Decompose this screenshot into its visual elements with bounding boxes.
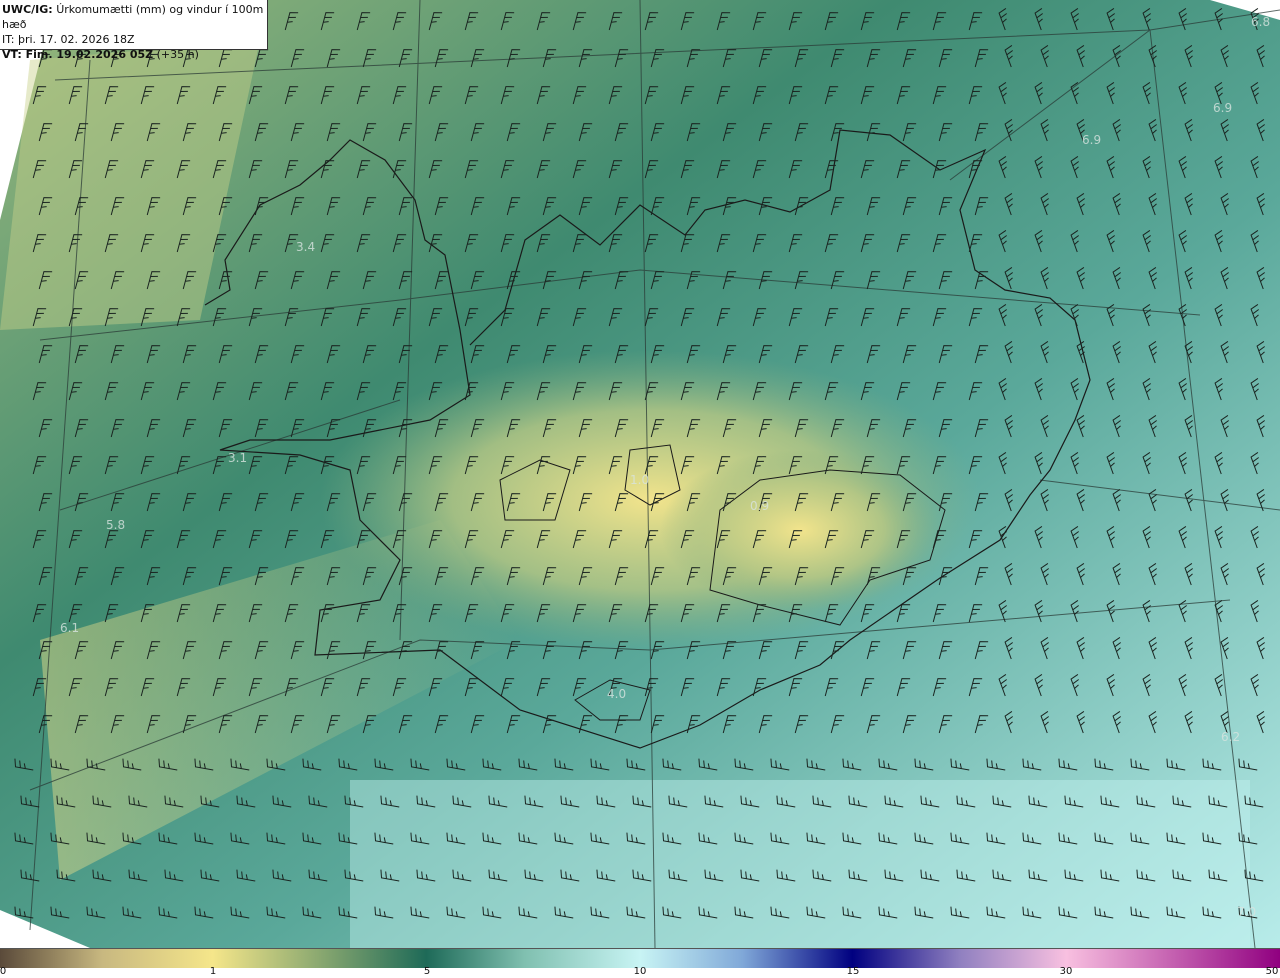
colorbar-label: 5 <box>423 966 431 977</box>
colorbar-labels: 0 1 5 10 15 30 50 <box>0 966 1280 978</box>
precipitation-colorbar <box>0 948 1280 968</box>
point-value: 3.4 <box>296 240 316 254</box>
colorbar-label: 1 <box>209 966 217 977</box>
point-value: 4.0 <box>607 687 627 701</box>
initial-time: IT: þri. 17. 02. 2026 18Z <box>2 33 135 46</box>
point-value: 7.0 <box>1237 905 1257 919</box>
point-value: 6.8 <box>1251 15 1271 29</box>
colorbar-label: 0 <box>0 966 7 977</box>
point-value: 1.0 <box>630 473 650 487</box>
point-value: 3.1 <box>228 451 248 465</box>
point-value: 5.8 <box>106 518 126 532</box>
colorbar-label: 30 <box>1059 966 1073 977</box>
lead-time: (+35 h) <box>156 48 199 61</box>
valid-time: VT: Fim. 19.02.2026 05Z <box>2 48 154 61</box>
point-value: 6.9 <box>1213 101 1233 115</box>
model-label: UWC/IG: <box>2 3 53 16</box>
light-sea-south <box>350 780 1250 948</box>
colorbar-label: 10 <box>633 966 647 977</box>
point-value: 6.2 <box>1221 730 1241 744</box>
map-title-box: UWC/IG: Úrkomumætti (mm) og vindur í 100… <box>0 0 268 61</box>
colorbar-label: 15 <box>846 966 860 977</box>
point-value: 6.9 <box>1082 133 1102 147</box>
point-value: 6.1 <box>60 621 80 635</box>
colorbar-label: 50 <box>1265 966 1279 977</box>
point-value: 0.9 <box>750 499 770 513</box>
